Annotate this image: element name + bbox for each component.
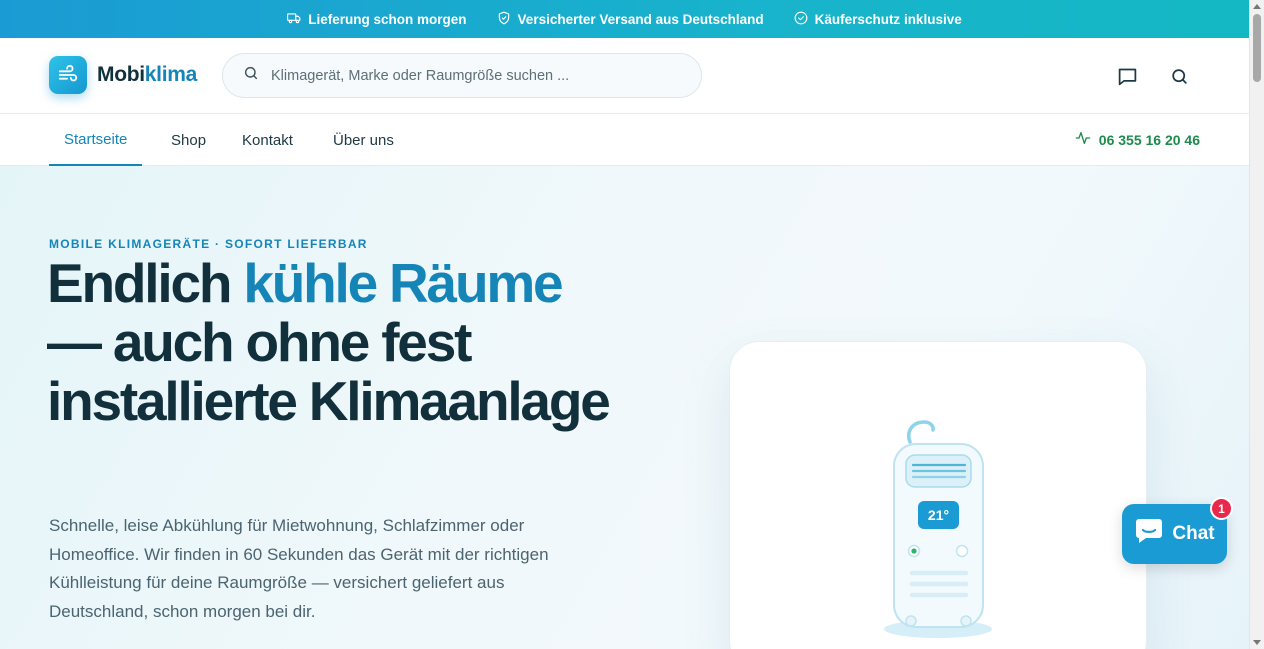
phone-number: 06 355 16 20 46 — [1098, 131, 1200, 148]
announcement-label: Käuferschutz inklusive — [814, 11, 962, 27]
announcement-item-shipping: Versicherter Versand aus Deutschland — [497, 11, 764, 28]
main-nav: Startseite Shop Kontakt Über uns 06 355 … — [0, 114, 1249, 166]
logo[interactable]: Mobiklima — [49, 56, 197, 94]
truck-icon — [287, 11, 301, 28]
logo-text-part2: klima — [144, 63, 198, 86]
hero-section: MOBILE KLIMAGERÄTE · SOFORT LIEFERBAR En… — [0, 166, 1249, 649]
site-header: Mobiklima — [0, 38, 1249, 114]
page-scrollbar[interactable] — [1249, 0, 1264, 649]
headline-accent: kühle Räume — [243, 252, 563, 314]
logo-text: Mobiklima — [97, 63, 197, 87]
headline-part2: — auch ohne fest installierte Klimaanlag… — [47, 311, 611, 432]
device-temperature: 21° — [928, 507, 949, 523]
scrollbar-thumb[interactable] — [1253, 14, 1261, 82]
chat-unread-badge: 1 — [1210, 497, 1233, 520]
nav-item-shop[interactable]: Shop — [171, 114, 206, 166]
check-circle-icon — [794, 11, 808, 28]
announcement-label: Lieferung schon morgen — [308, 11, 467, 27]
shield-check-icon — [497, 11, 511, 28]
chat-bubble-icon — [1134, 517, 1164, 551]
nav-item-ueber-uns[interactable]: Über uns — [333, 114, 394, 166]
logo-text-part1: Mobi — [97, 63, 145, 86]
scroll-up-arrow-icon[interactable] — [1253, 4, 1261, 9]
hero-lead: Schnelle, leise Abkühlung für Mietwohnun… — [49, 516, 549, 621]
wind-logo-icon — [49, 56, 87, 94]
nav-item-startseite[interactable]: Startseite — [49, 114, 143, 166]
air-conditioner-illustration: 21° — [884, 420, 992, 638]
search-bar[interactable] — [222, 53, 702, 98]
activity-icon — [1075, 130, 1091, 149]
announcement-bar: Lieferung schon morgen Versicherter Vers… — [0, 0, 1249, 38]
search-icon — [243, 65, 259, 86]
nav-item-kontakt[interactable]: Kontakt — [242, 114, 293, 166]
hero-headline: Endlich kühle Räume — auch ohne fest ins… — [47, 254, 627, 431]
announcement-item-delivery: Lieferung schon morgen — [287, 11, 467, 28]
hero-eyebrow: MOBILE KLIMAGERÄTE · SOFORT LIEFERBAR — [49, 237, 368, 251]
phone-link[interactable]: 06 355 16 20 46 — [1075, 130, 1200, 149]
header-search-icon[interactable] — [1167, 64, 1191, 88]
chat-label: Chat — [1172, 523, 1215, 544]
product-illustration-card: 21° — [729, 341, 1147, 649]
headline-part1: Endlich — [47, 252, 244, 314]
announcement-label: Versicherter Versand aus Deutschland — [517, 11, 764, 27]
scroll-down-arrow-icon[interactable] — [1253, 640, 1261, 645]
chat-message-icon[interactable] — [1115, 64, 1139, 88]
search-input[interactable] — [271, 67, 671, 84]
announcement-item-protection: Käuferschutz inklusive — [794, 11, 962, 28]
